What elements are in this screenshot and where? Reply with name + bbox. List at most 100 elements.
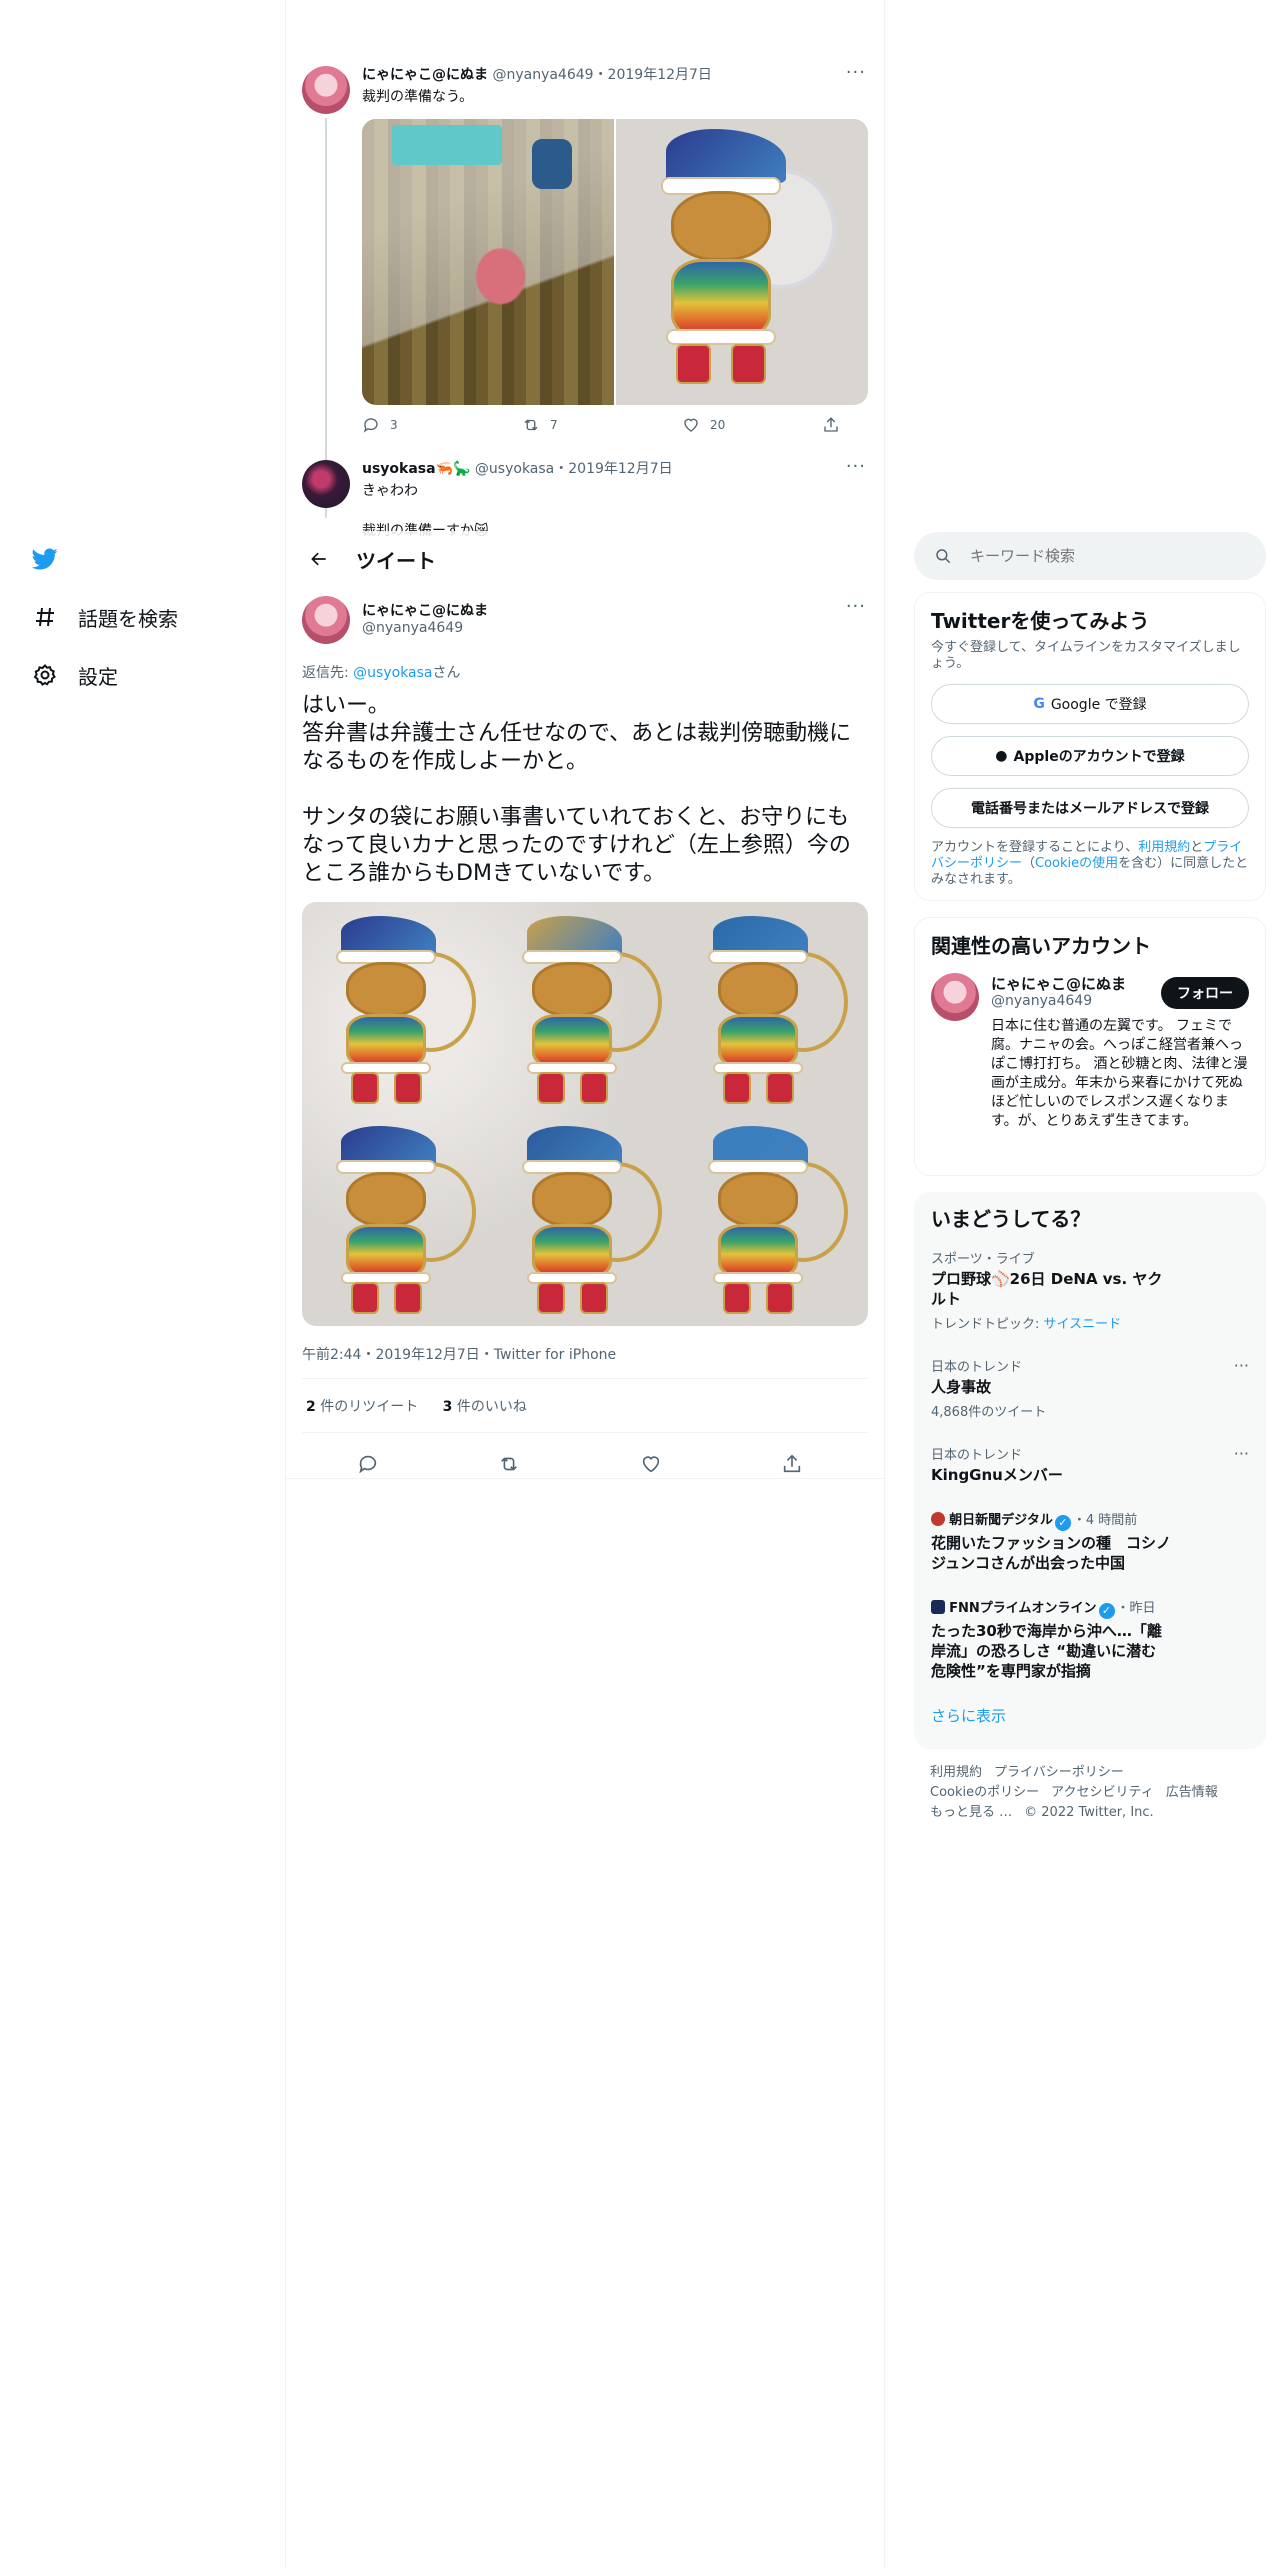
avatar[interactable] (931, 973, 979, 1021)
google-signup-button[interactable]: G Google で登録 (931, 684, 1249, 724)
engagement-stats: 2 件のリツイート 3 件のいいね (306, 1396, 527, 1416)
trend-item[interactable]: 日本のトレンド 人身事故 4,868件のツイート ··· (915, 1344, 1265, 1432)
nav-settings[interactable]: 設定 (0, 646, 285, 704)
photo-santa-cats[interactable] (302, 902, 868, 1326)
divider (302, 1432, 868, 1433)
related-title: 関連性の高いアカウント (931, 934, 1151, 958)
tweet-date[interactable]: ・2019年12月7日 (594, 67, 712, 83)
news-title: 花開いたファッションの種 コシノジュンコさんが出会った中国 (931, 1534, 1172, 1572)
retweets-stat[interactable]: 2 件のリツイート (306, 1399, 418, 1415)
trends-title: いまどうしてる？ (931, 1207, 1091, 1231)
apple-icon: ● (995, 748, 1008, 764)
hashtag-icon (32, 604, 58, 630)
trend-context: スポーツ・ライブ (931, 1252, 1035, 1267)
reply-prefix: 返信先: (302, 665, 354, 681)
search-box[interactable] (914, 532, 1266, 580)
author-handle[interactable]: @usyokasa (475, 461, 554, 477)
footer-more-link[interactable]: もっと見る … (930, 1805, 1012, 1820)
reply-tweet[interactable]: usyokasa🦐🦕 @usyokasa・2019年12月7日 ··· きゃわわ… (286, 456, 884, 536)
santa-cat-charm (502, 912, 672, 1112)
author-name[interactable]: にゃにゃこ@にぬま (362, 67, 488, 83)
heart-icon[interactable] (640, 1453, 662, 1475)
reply-icon[interactable] (357, 1453, 379, 1475)
likes-stat[interactable]: 3 件のいいね (443, 1399, 527, 1415)
show-more-link[interactable]: さらに表示 (915, 1693, 1265, 1738)
signup-title: Twitterを使ってみよう (931, 609, 1150, 633)
follow-button[interactable]: フォロー (1161, 977, 1249, 1009)
share-button[interactable] (822, 416, 850, 434)
main-column: にゃにゃこ@にぬま @nyanya4649・2019年12月7日 ··· 裁判の… (286, 0, 884, 2568)
reply-to-link[interactable]: @usyokasa (353, 665, 432, 681)
nav-settings-label: 設定 (78, 664, 118, 689)
santa-cat-charm (688, 1122, 858, 1322)
right-divider (884, 0, 885, 2568)
signup-card: Twitterを使ってみよう 今すぐ登録して、タイムラインをカスタマイズしましょ… (914, 592, 1266, 901)
search-input[interactable] (970, 547, 1230, 565)
footer-link[interactable]: Cookieのポリシー (930, 1785, 1039, 1800)
cookie-link[interactable]: Cookieの使用 (1035, 856, 1118, 871)
terms-mid: と (1190, 840, 1204, 855)
news-source-logo (931, 1512, 945, 1526)
reply-button[interactable]: 3 (362, 416, 522, 434)
phone-signup-button[interactable]: 電話番号またはメールアドレスで登録 (931, 788, 1249, 828)
like-count: 20 (710, 418, 726, 432)
terms-text: アカウントを登録することにより、利用規約とプライバシーポリシー（Cookieの使… (915, 840, 1265, 888)
footer-link[interactable]: 広告情報 (1166, 1785, 1218, 1800)
twitter-bird-icon (32, 546, 58, 572)
more-icon[interactable]: ··· (846, 456, 866, 477)
author-name[interactable]: にゃにゃこ@にぬま (362, 600, 488, 620)
terms-link[interactable]: 利用規約 (1138, 840, 1190, 855)
author-name[interactable]: usyokasa (362, 461, 436, 477)
avatar[interactable] (302, 596, 350, 644)
parent-tweet[interactable]: にゃにゃこ@にぬま @nyanya4649・2019年12月7日 ··· 裁判の… (286, 56, 884, 518)
author-handle[interactable]: @nyanya4649 (492, 67, 593, 83)
tweet-date[interactable]: ・2019年12月7日 (554, 461, 672, 477)
footer-link[interactable]: プライバシーポリシー (994, 1765, 1124, 1780)
tweet-body: はいー。 答弁書は弁護士さん任せなので、あとは裁判傍聴動機になるものを作成しよー… (302, 693, 852, 886)
trend-context: 日本のトレンド (931, 1448, 1023, 1463)
tweet-header: ツイート (286, 531, 884, 587)
terms-paren: （ (1022, 856, 1036, 871)
related-name[interactable]: にゃにゃこ@にぬま (991, 973, 1126, 994)
tweet-text-line1: きゃわわ (362, 483, 418, 499)
more-icon[interactable]: ··· (846, 596, 866, 617)
avatar[interactable] (302, 460, 350, 508)
trend-title: 人身事故 (931, 1378, 992, 1396)
nav-explore[interactable]: 話題を検索 (0, 588, 285, 646)
more-icon[interactable]: ··· (1234, 1444, 1249, 1463)
trend-tweet-count: 4,868件のツイート (931, 1405, 1047, 1420)
more-icon[interactable]: ··· (846, 62, 866, 83)
tweet-meta[interactable]: 午前2:44・2019年12月7日・Twitter for iPhone (302, 1344, 616, 1364)
like-button[interactable]: 20 (682, 416, 822, 434)
more-icon[interactable]: ··· (1234, 1356, 1249, 1375)
back-arrow-icon[interactable] (302, 542, 336, 576)
trend-item[interactable]: 日本のトレンド KingGnuメンバー ··· (915, 1432, 1265, 1497)
divider (286, 1478, 884, 1479)
footer-link[interactable]: 利用規約 (930, 1765, 982, 1780)
apple-signup-button[interactable]: ● Appleのアカウントで登録 (931, 736, 1249, 776)
footer: 利用規約 プライバシーポリシー Cookieのポリシー アクセシビリティ 広告情報 も… (914, 1763, 1266, 1823)
related-handle[interactable]: @nyanya4649 (991, 993, 1092, 1009)
share-icon (824, 417, 838, 432)
photo-santa-cat[interactable] (616, 119, 868, 405)
trend-topic-link[interactable]: サイスニード (1044, 1317, 1122, 1332)
news-item[interactable]: 朝日新聞デジタル ✓ ・4 時間前 花開いたファッションの種 コシノジュンコさんが出… (915, 1497, 1265, 1585)
trend-title: KingGnuメンバー (931, 1466, 1063, 1484)
avatar[interactable] (302, 66, 350, 114)
santa-cat-charm (502, 1122, 672, 1322)
news-item[interactable]: FNNプライムオンライン ✓ ・昨日 たった30秒で海岸から沖へ…「離岸流」の恐ろし… (915, 1585, 1265, 1693)
twitter-logo-link[interactable] (0, 530, 285, 588)
google-icon: G (1033, 696, 1045, 712)
author-emoji: 🦐🦕 (435, 461, 471, 477)
share-icon[interactable] (781, 1453, 803, 1475)
media-grid[interactable] (362, 119, 868, 405)
retweet-icon[interactable] (498, 1453, 520, 1475)
footer-link[interactable]: アクセシビリティ (1051, 1785, 1154, 1800)
photo-craft-table[interactable] (362, 119, 614, 405)
author-handle[interactable]: @nyanya4649 (362, 620, 463, 636)
news-source: FNNプライムオンライン (949, 1601, 1097, 1616)
verified-icon: ✓ (1054, 1515, 1071, 1531)
trend-item[interactable]: スポーツ・ライブ プロ野球⚾26日 DeNA vs. ヤクルト トレンドトピック… (915, 1236, 1265, 1344)
related-bio: 日本に住む普通の左翼です。 フェミで腐。ナニャの会。へっぽこ経営者兼へっぽこ博打… (991, 1018, 1248, 1129)
retweet-button[interactable]: 7 (522, 416, 682, 434)
